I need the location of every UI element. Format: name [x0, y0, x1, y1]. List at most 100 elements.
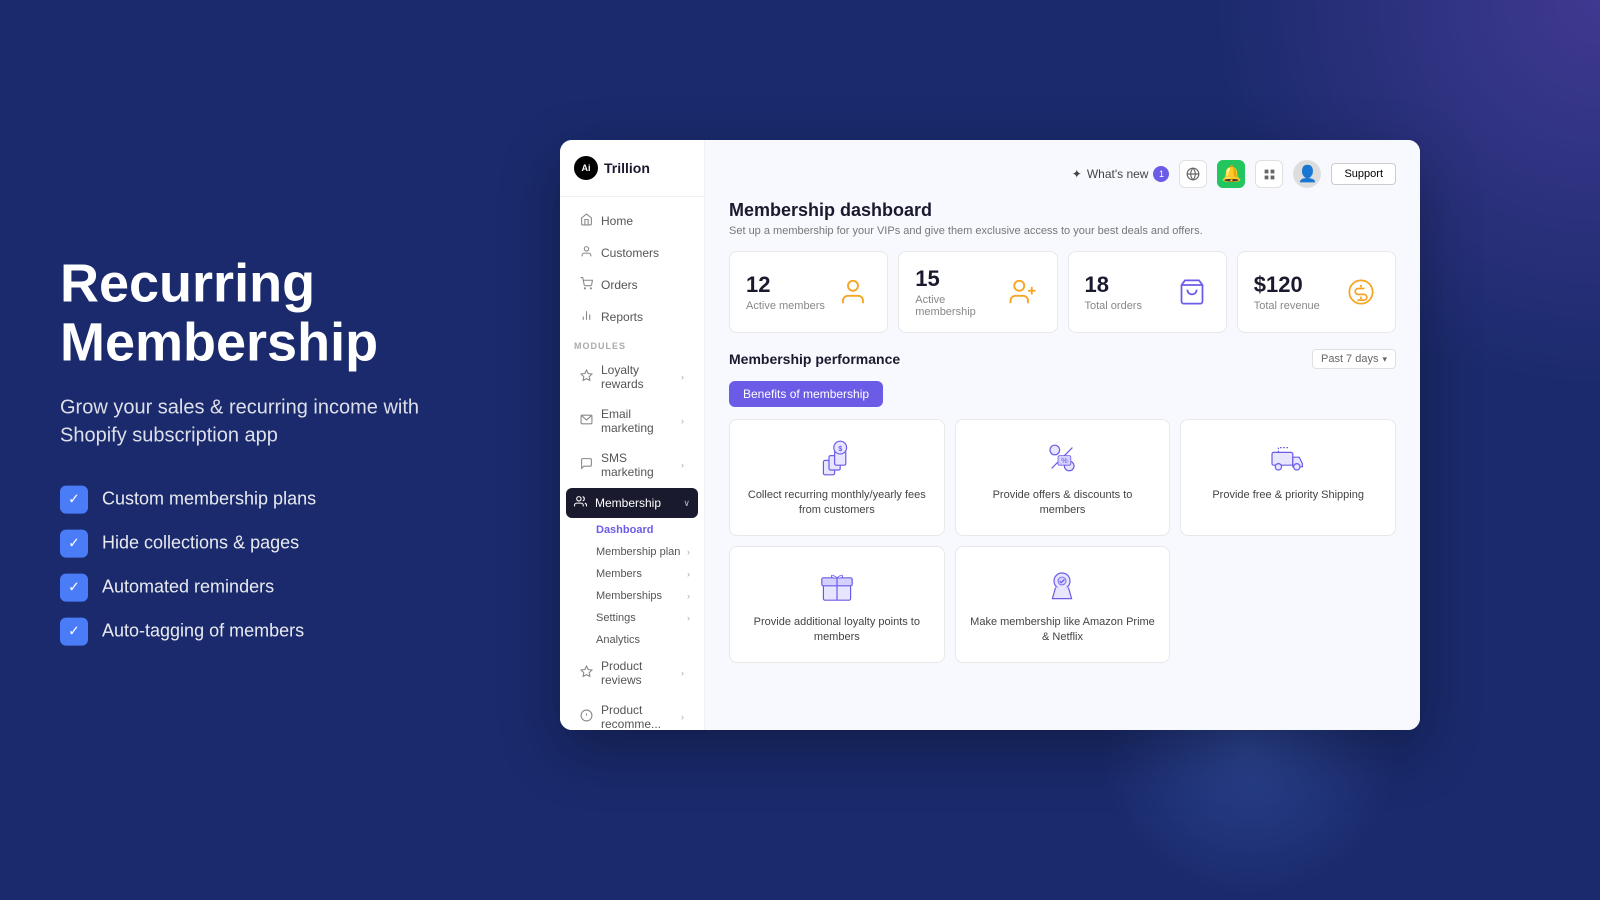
- chevron-right-icon: ›: [687, 613, 690, 623]
- logo-area: Ai Trillion: [560, 156, 704, 197]
- language-button[interactable]: [1179, 160, 1207, 188]
- chevron-right-icon: ›: [687, 569, 690, 579]
- benefit-card-recurring: $ Collect recurring monthly/yearly fees …: [729, 419, 945, 536]
- check-icon: ✓: [60, 617, 88, 645]
- submenu-analytics[interactable]: Analytics: [560, 629, 704, 651]
- submenu-members[interactable]: Members ›: [560, 563, 704, 585]
- logo-text: Trillion: [604, 160, 650, 176]
- orders-icon: [580, 277, 593, 293]
- performance-title: Membership performance: [729, 351, 900, 367]
- stat-card-total-orders: 18 Total orders: [1068, 251, 1227, 333]
- main-title: Recurring Membership: [60, 255, 490, 374]
- sidebar-item-loyalty[interactable]: Loyalty rewards ›: [566, 356, 698, 398]
- sidebar-item-product-reviews[interactable]: Product reviews ›: [566, 652, 698, 694]
- feature-list: ✓ Custom membership plans ✓ Hide collect…: [60, 485, 490, 645]
- percent-icon: %: [1040, 436, 1084, 480]
- svg-text:$: $: [838, 444, 842, 453]
- membership-icon: [574, 495, 587, 511]
- sidebar-item-reports[interactable]: Reports: [566, 302, 698, 332]
- benefit-text-offers: Provide offers & discounts to members: [970, 488, 1156, 519]
- home-icon: [580, 213, 593, 229]
- loyalty-icon: [580, 369, 593, 385]
- recommend-icon: [580, 709, 593, 725]
- grid-button[interactable]: [1255, 160, 1283, 188]
- main-content: ✦ What's new 1 🔔 👤 Support Membership da…: [705, 140, 1420, 730]
- total-revenue-number: $120: [1254, 272, 1320, 298]
- support-button[interactable]: Support: [1331, 163, 1396, 185]
- sidebar-item-customers[interactable]: Customers: [566, 238, 698, 268]
- truck-icon: [1266, 436, 1310, 480]
- logo-icon: Ai: [574, 156, 598, 180]
- reports-icon: [580, 309, 593, 325]
- notification-button[interactable]: 🔔: [1217, 160, 1245, 188]
- check-icon: ✓: [60, 529, 88, 557]
- active-members-icon: [835, 274, 871, 310]
- performance-section: Membership performance Past 7 days ▾ Ben…: [729, 349, 1396, 663]
- top-bar: ✦ What's new 1 🔔 👤 Support: [729, 160, 1396, 188]
- sidebar-item-orders[interactable]: Orders: [566, 270, 698, 300]
- chevron-right-icon: ›: [681, 372, 684, 382]
- check-icon: ✓: [60, 573, 88, 601]
- sms-icon: [580, 457, 593, 473]
- app-window: Ai Trillion Home Customers Orders: [560, 140, 1420, 730]
- subtitle: Grow your sales & recurring income with …: [60, 393, 490, 449]
- active-members-number: 12: [746, 272, 825, 298]
- active-membership-label: Active membership: [915, 294, 1005, 318]
- stat-card-active-membership: 15 Active membership: [898, 251, 1057, 333]
- sidebar-item-sms[interactable]: SMS marketing ›: [566, 444, 698, 486]
- feature-item: ✓ Hide collections & pages: [60, 529, 490, 557]
- sidebar-item-home[interactable]: Home: [566, 206, 698, 236]
- left-panel: Recurring Membership Grow your sales & r…: [60, 255, 490, 646]
- benefit-card-offers: % Provide offers & discounts to members: [955, 419, 1171, 536]
- submenu-plan[interactable]: Membership plan ›: [560, 541, 704, 563]
- stats-row: 12 Active members 15 Active membership: [729, 251, 1396, 333]
- feature-item: ✓ Auto-tagging of members: [60, 617, 490, 645]
- sidebar-item-membership[interactable]: Membership ∨: [566, 488, 698, 518]
- submenu-dashboard[interactable]: Dashboard: [560, 519, 704, 541]
- tab-benefits[interactable]: Benefits of membership: [729, 381, 883, 407]
- email-icon: [580, 413, 593, 429]
- gift-icon: [815, 563, 859, 607]
- chevron-right-icon: ›: [687, 591, 690, 601]
- submenu-memberships[interactable]: Memberships ›: [560, 585, 704, 607]
- benefit-text-recurring: Collect recurring monthly/yearly fees fr…: [744, 488, 930, 519]
- membership-submenu: Dashboard Membership plan › Members › Me…: [560, 519, 704, 651]
- modules-label: MODULES: [560, 333, 704, 355]
- stat-card-active-members: 12 Active members: [729, 251, 888, 333]
- check-icon: ✓: [60, 485, 88, 513]
- reviews-icon: [580, 665, 593, 681]
- whats-new-button[interactable]: ✦ What's new 1: [1072, 166, 1170, 182]
- sidebar: Ai Trillion Home Customers Orders: [560, 140, 705, 730]
- active-membership-icon: [1006, 274, 1041, 310]
- benefits-grid: $ Collect recurring monthly/yearly fees …: [729, 419, 1396, 663]
- badge-icon: [1040, 563, 1084, 607]
- page-subtitle: Set up a membership for your VIPs and gi…: [729, 225, 1396, 237]
- chevron-right-icon: ›: [687, 547, 690, 557]
- chevron-right-icon: ›: [681, 416, 684, 426]
- customers-icon: [580, 245, 593, 261]
- sidebar-item-product-rec[interactable]: Product recomme... ›: [566, 696, 698, 730]
- benefit-card-loyalty: Provide additional loyalty points to mem…: [729, 546, 945, 663]
- tabs-row: Benefits of membership: [729, 381, 1396, 407]
- benefit-text-loyalty: Provide additional loyalty points to mem…: [744, 615, 930, 646]
- sparkle-icon: ✦: [1072, 167, 1082, 181]
- feature-item: ✓ Custom membership plans: [60, 485, 490, 513]
- benefit-card-prime: Make membership like Amazon Prime & Netf…: [955, 546, 1171, 663]
- whats-new-badge: 1: [1153, 166, 1169, 182]
- performance-header: Membership performance Past 7 days ▾: [729, 349, 1396, 369]
- benefit-text-prime: Make membership like Amazon Prime & Netf…: [970, 615, 1156, 646]
- svg-text:%: %: [1062, 456, 1069, 465]
- coin-icon: $: [815, 436, 859, 480]
- chevron-right-icon: ›: [681, 668, 684, 678]
- sidebar-item-email[interactable]: Email marketing ›: [566, 400, 698, 442]
- page-header: Membership dashboard Set up a membership…: [729, 200, 1396, 237]
- total-orders-number: 18: [1085, 272, 1142, 298]
- feature-item: ✓ Automated reminders: [60, 573, 490, 601]
- total-revenue-label: Total revenue: [1254, 300, 1320, 312]
- period-selector[interactable]: Past 7 days ▾: [1312, 349, 1396, 369]
- avatar[interactable]: 👤: [1293, 160, 1321, 188]
- active-membership-number: 15: [915, 266, 1005, 292]
- submenu-settings[interactable]: Settings ›: [560, 607, 704, 629]
- total-orders-icon: [1174, 274, 1210, 310]
- total-orders-label: Total orders: [1085, 300, 1142, 312]
